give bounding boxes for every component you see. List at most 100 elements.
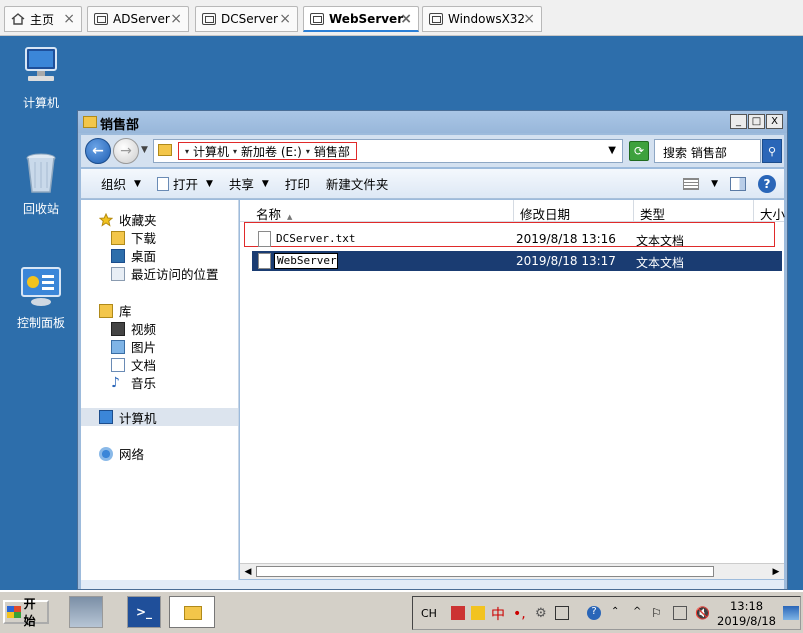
tab-windowsx32[interactable]: WindowsX32 × [422, 6, 542, 32]
column-header-row: 名称 ▲ 修改日期 类型 大小 [240, 200, 785, 222]
desktop-icon-control-panel[interactable]: 控制面板 [6, 264, 76, 331]
tab-label: WindowsX32 [448, 12, 526, 26]
scroll-left-icon[interactable]: ◀ [241, 565, 255, 578]
horizontal-scrollbar[interactable]: ◀ ▶ [240, 563, 784, 579]
close-icon[interactable]: × [523, 11, 535, 27]
tab-dcserver[interactable]: DCServer × [195, 6, 298, 32]
chevron-down-icon[interactable]: ▾ [306, 147, 310, 156]
tab-home[interactable]: 主页 × [4, 6, 82, 32]
maximize-button[interactable]: □ [748, 114, 765, 129]
minimize-button[interactable]: _ [730, 114, 747, 129]
rename-input[interactable]: WebServer [274, 253, 338, 269]
close-icon[interactable]: × [170, 11, 182, 27]
column-size[interactable]: 大小 [754, 200, 785, 222]
nav-pictures[interactable]: 图片 [111, 337, 156, 356]
close-icon[interactable]: × [279, 11, 291, 27]
list-item-selected[interactable]: WebServer 2019/8/18 13:17 文本文档 [252, 251, 782, 271]
library-icon [99, 303, 113, 318]
address-row: ← → ▼ ▾ 计算机 ▾ 新加卷 (E:) ▾ 销售部 ▼ ⟳ 搜索 销售部 … [81, 135, 784, 167]
vm-icon [202, 13, 216, 25]
chevron-down-icon[interactable]: ▾ [233, 147, 237, 156]
folder-icon [83, 116, 97, 128]
text-file-icon [258, 253, 271, 269]
scroll-thumb[interactable] [256, 566, 714, 577]
show-desktop-icon[interactable] [783, 606, 799, 620]
new-folder-button[interactable]: 新建文件夹 [318, 174, 397, 193]
nav-recent[interactable]: 最近访问的位置 [111, 264, 219, 283]
volume-muted-icon[interactable]: 🔇 [695, 606, 710, 620]
nav-computer[interactable]: 计算机 [81, 408, 238, 426]
chevron-down-icon[interactable]: ▼ [711, 179, 718, 189]
window-title: 销售部 [100, 118, 140, 133]
close-icon[interactable]: × [400, 11, 412, 27]
breadcrumb-computer[interactable]: 计算机 [193, 143, 229, 160]
ime-icon[interactable] [451, 606, 465, 620]
desktop-icon-label: 控制面板 [16, 316, 65, 330]
breadcrumb-folder[interactable]: 销售部 [314, 143, 350, 160]
nav-music[interactable]: ♪ 音乐 [111, 373, 156, 392]
keyboard-icon[interactable] [555, 606, 569, 620]
nav-favorites[interactable]: 收藏夹 [98, 210, 157, 229]
punctuation-icon[interactable]: •, [513, 606, 527, 622]
desktop-icon-computer[interactable]: 计算机 [6, 44, 76, 111]
search-input[interactable]: 搜索 销售部 [654, 139, 761, 163]
open-button[interactable]: 打开 ▼ [149, 174, 221, 193]
desktop-icon-label: 计算机 [22, 96, 59, 110]
search-icon[interactable]: ⚲ [762, 139, 782, 163]
ime-mode-icon[interactable] [471, 606, 485, 620]
help-icon[interactable]: ? [587, 606, 601, 620]
close-icon[interactable]: × [63, 11, 75, 27]
address-bar[interactable]: ▾ 计算机 ▾ 新加卷 (E:) ▾ 销售部 ▼ [153, 139, 623, 163]
flag-icon[interactable]: ⚐ [651, 606, 665, 620]
share-button[interactable]: 共享 ▼ [221, 174, 277, 193]
forward-button[interactable]: → [113, 138, 139, 164]
refresh-button[interactable]: ⟳ [629, 141, 649, 161]
tab-label: WebServer [329, 11, 404, 26]
column-date[interactable]: 修改日期 [514, 200, 634, 222]
view-options-icon[interactable] [683, 178, 700, 190]
list-item[interactable]: DCServer.txt 2019/8/18 13:16 文本文档 [252, 229, 782, 249]
downloads-icon [111, 230, 125, 245]
nav-downloads[interactable]: 下载 [111, 228, 156, 247]
tab-webserver[interactable]: WebServer × [303, 6, 419, 32]
chevron-down-icon[interactable]: ▾ [185, 147, 189, 156]
expand-icon[interactable]: ^ [633, 606, 647, 620]
close-button[interactable]: X [766, 114, 783, 129]
explorer-taskbar-icon[interactable] [169, 596, 215, 628]
back-button[interactable]: ← [85, 138, 111, 164]
desktop-icon [111, 248, 125, 263]
network-tray-icon[interactable] [673, 606, 687, 620]
computer-icon [18, 44, 64, 90]
help-icon[interactable]: ? [758, 175, 776, 193]
server-manager-icon[interactable] [69, 596, 103, 628]
start-button[interactable]: 开始 [3, 597, 49, 628]
title-bar[interactable]: 销售部 _ □ X [78, 111, 787, 133]
powershell-icon[interactable]: >_ [127, 596, 161, 628]
vm-icon [429, 13, 443, 25]
column-type[interactable]: 类型 [634, 200, 754, 222]
column-name[interactable]: 名称 ▲ [250, 200, 514, 222]
nav-network[interactable]: 网络 [99, 444, 144, 463]
nav-videos[interactable]: 视频 [111, 319, 156, 338]
organize-button[interactable]: 组织 ▼ [93, 174, 149, 193]
settings-icon[interactable]: ⚙ [535, 606, 549, 621]
nav-desktop[interactable]: 桌面 [111, 246, 156, 265]
chevron-up-icon[interactable]: ⌃ [611, 606, 625, 620]
network-icon [99, 446, 113, 461]
preview-pane-icon[interactable] [730, 177, 746, 191]
taskbar: 开始 >_ CH 中 •, ⚙ ? ⌃ ^ ⚐ 🔇 13:18 2019/8/1… [0, 590, 803, 633]
print-button[interactable]: 打印 [277, 174, 318, 193]
address-dropdown-icon[interactable]: ▼ [608, 145, 616, 156]
clock[interactable]: 13:18 2019/8/18 [717, 599, 776, 629]
ime-chinese-icon[interactable]: 中 [491, 604, 505, 623]
desktop-icon-recycle-bin[interactable]: 回收站 [6, 150, 76, 217]
scroll-right-icon[interactable]: ▶ [769, 565, 783, 578]
history-dropdown-icon[interactable]: ▼ [141, 145, 148, 155]
nav-documents[interactable]: 文档 [111, 355, 156, 374]
tab-adserver[interactable]: ADServer × [87, 6, 189, 32]
folder-icon [158, 144, 172, 156]
nav-libraries[interactable]: 库 [99, 301, 132, 320]
breadcrumb: ▾ 计算机 ▾ 新加卷 (E:) ▾ 销售部 [178, 142, 357, 160]
language-indicator[interactable]: CH [421, 607, 437, 620]
breadcrumb-volume[interactable]: 新加卷 (E:) [241, 143, 302, 160]
